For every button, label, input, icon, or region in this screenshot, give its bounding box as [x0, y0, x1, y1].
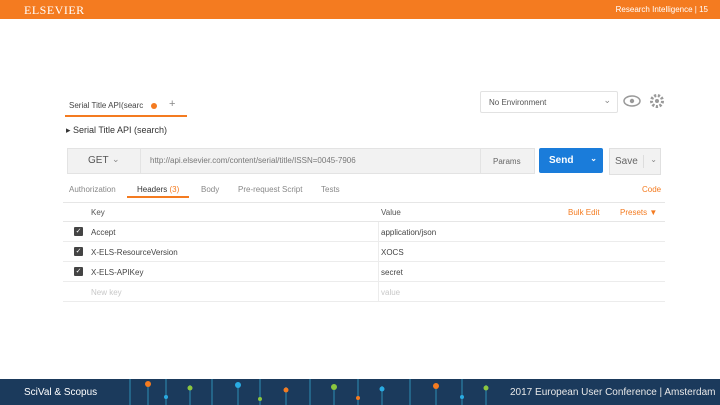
table-row: ✓ Accept application/json	[63, 222, 665, 242]
column-value: Value	[381, 208, 401, 217]
active-tab-indicator	[127, 196, 189, 198]
gear-icon[interactable]	[648, 92, 666, 110]
header-key[interactable]: X-ELS-ResourceVersion	[91, 248, 178, 257]
unsaved-dot-icon	[151, 103, 157, 109]
send-label: Send	[549, 155, 574, 166]
headers-table: Key Value Bulk Edit Presets ▼ ✓ Accept a…	[63, 202, 665, 302]
slide-label: Research Intelligence | 15	[615, 5, 708, 14]
footer-banner: SciVal & Scopus 2017 European User Confe…	[0, 379, 720, 405]
save-label: Save	[615, 156, 638, 167]
chevron-down-icon[interactable]: ⌄	[643, 155, 657, 168]
presets-dropdown[interactable]: Presets ▼	[620, 208, 657, 217]
new-tab-plus-icon[interactable]: +	[169, 98, 175, 110]
chevron-down-icon[interactable]: ⌄	[590, 154, 597, 163]
method-select[interactable]: GET ⌄	[68, 149, 141, 173]
row-checkbox[interactable]: ✓	[74, 227, 83, 236]
header-value[interactable]: XOCS	[381, 248, 404, 257]
chevron-down-icon: ⌄	[603, 95, 611, 105]
new-value-input[interactable]: value	[381, 288, 400, 297]
environment-select[interactable]: No Environment ⌄	[480, 91, 618, 113]
tab-authorization[interactable]: Authorization	[69, 185, 116, 194]
footer-decoration	[129, 379, 489, 405]
request-tab-label: Serial Title API(searc	[69, 101, 144, 110]
header-value[interactable]: secret	[381, 268, 403, 277]
tab-headers[interactable]: Headers (3)	[137, 185, 179, 194]
footer-conference: 2017 European User Conference | Amsterda…	[510, 387, 716, 398]
tab-body[interactable]: Body	[201, 185, 219, 194]
collection-breadcrumb[interactable]: ▸ Serial Title API (search)	[66, 125, 167, 136]
eye-icon[interactable]	[622, 93, 642, 109]
headers-count-badge: (3)	[169, 185, 180, 194]
column-divider	[378, 262, 379, 281]
tab-headers-label: Headers	[137, 185, 168, 194]
url-bar: GET ⌄ http://api.elsevier.com/content/se…	[67, 148, 482, 174]
save-button[interactable]: Save ⌄	[609, 148, 661, 175]
column-divider	[378, 242, 379, 261]
column-divider	[378, 222, 379, 241]
column-divider	[378, 282, 379, 301]
row-checkbox[interactable]: ✓	[74, 267, 83, 276]
table-row: ✓ X-ELS-ResourceVersion XOCS	[63, 242, 665, 262]
header-key[interactable]: X-ELS-APIKey	[91, 268, 143, 277]
table-row: ✓ X-ELS-APIKey secret	[63, 262, 665, 282]
row-checkbox[interactable]: ✓	[74, 247, 83, 256]
new-header-row: New key value	[63, 282, 665, 302]
tab-tests[interactable]: Tests	[321, 185, 340, 194]
url-input[interactable]: http://api.elsevier.com/content/serial/t…	[150, 156, 356, 165]
header-value[interactable]: application/json	[381, 228, 436, 237]
environment-selected: No Environment	[489, 98, 547, 107]
top-banner: ELSEVIER Research Intelligence | 15	[0, 0, 720, 19]
column-key: Key	[91, 208, 105, 217]
params-label: Params	[493, 157, 521, 166]
code-link[interactable]: Code	[642, 185, 661, 194]
footer-brand: SciVal & Scopus	[24, 387, 98, 398]
chevron-down-icon: ⌄	[112, 154, 120, 164]
table-header: Key Value Bulk Edit Presets ▼	[63, 202, 665, 222]
method-label: GET	[88, 155, 109, 166]
tab-prerequest-script[interactable]: Pre-request Script	[238, 185, 302, 194]
bulk-edit-link[interactable]: Bulk Edit	[568, 208, 600, 217]
send-button[interactable]: Send ⌄	[539, 148, 603, 173]
elsevier-logo: ELSEVIER	[24, 3, 85, 17]
header-key[interactable]: Accept	[91, 228, 115, 237]
new-key-input[interactable]: New key	[91, 288, 122, 297]
params-button[interactable]: Params	[480, 148, 535, 174]
